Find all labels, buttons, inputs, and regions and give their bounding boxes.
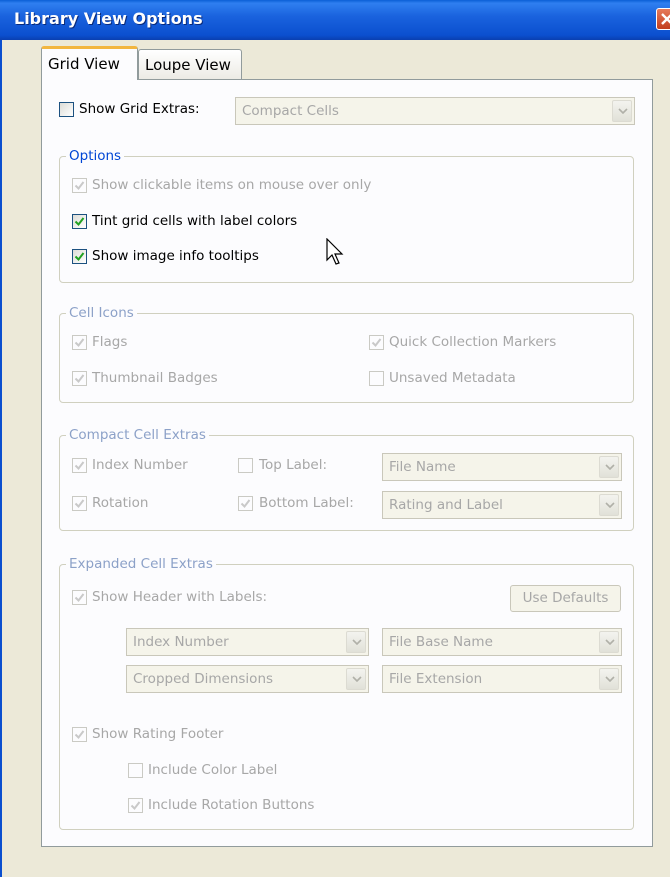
tab-grid-view[interactable]: Grid View	[41, 46, 138, 80]
checkmark-icon	[74, 730, 85, 740]
header-select-3[interactable]: Cropped Dimensions	[126, 665, 369, 693]
top-label-select[interactable]: File Name	[382, 453, 622, 481]
image-tooltips-checkbox[interactable]	[72, 249, 87, 264]
checkmark-icon	[74, 338, 85, 348]
top-label-value: File Name	[389, 459, 456, 475]
bottom-label-value: Rating and Label	[389, 497, 503, 513]
chevron-down-icon	[599, 456, 619, 478]
chevron-down-icon	[599, 631, 619, 653]
header-select-1-value: Index Number	[133, 634, 229, 650]
show-header-label: Show Header with Labels:	[92, 589, 268, 605]
rating-footer-checkbox[interactable]	[72, 727, 87, 742]
cell-icons-legend: Cell Icons	[66, 305, 137, 321]
top-label-label: Top Label:	[259, 457, 328, 473]
mouse-cursor-icon	[326, 238, 344, 265]
bottom-label-checkbox[interactable]	[238, 496, 253, 511]
header-select-2-value: File Base Name	[389, 634, 493, 650]
unsaved-metadata-label: Unsaved Metadata	[389, 370, 516, 386]
show-grid-extras-label: Show Grid Extras:	[79, 101, 200, 117]
show-grid-extras-checkbox[interactable]	[59, 102, 74, 117]
include-rotation-label: Include Rotation Buttons	[148, 797, 315, 813]
include-rotation-checkbox[interactable]	[128, 798, 143, 813]
tab-loupe-view[interactable]: Loupe View	[138, 49, 242, 79]
rating-footer-label: Show Rating Footer	[92, 726, 224, 742]
close-icon	[661, 13, 670, 25]
window-frame-left	[0, 40, 12, 877]
header-select-2[interactable]: File Base Name	[382, 628, 622, 656]
chevron-down-icon	[612, 100, 632, 122]
index-number-label: Index Number	[92, 457, 188, 473]
tab-grid-view-label: Grid View	[48, 55, 120, 73]
checkmark-icon	[74, 499, 85, 509]
show-header-checkbox[interactable]	[72, 590, 87, 605]
quick-collection-label: Quick Collection Markers	[389, 334, 557, 350]
expanded-extras-legend: Expanded Cell Extras	[66, 556, 216, 572]
chevron-down-icon	[599, 668, 619, 690]
checkmark-icon	[74, 181, 85, 191]
chevron-down-icon	[346, 668, 366, 690]
checkmark-icon	[240, 499, 251, 509]
rotation-label: Rotation	[92, 495, 149, 511]
compact-extras-legend: Compact Cell Extras	[66, 427, 209, 443]
index-number-checkbox[interactable]	[72, 458, 87, 473]
chevron-down-icon	[346, 631, 366, 653]
bottom-label-label: Bottom Label:	[259, 495, 354, 511]
rotation-checkbox[interactable]	[72, 496, 87, 511]
options-legend: Options	[66, 148, 125, 164]
cell-icons-group	[59, 313, 634, 403]
checkmark-icon	[74, 252, 85, 262]
clickable-items-checkbox[interactable]	[72, 178, 87, 193]
header-select-1[interactable]: Index Number	[126, 628, 369, 656]
unsaved-metadata-checkbox[interactable]	[369, 371, 384, 386]
thumbnail-badges-checkbox[interactable]	[72, 371, 87, 386]
header-select-4[interactable]: File Extension	[382, 665, 622, 693]
quick-collection-checkbox[interactable]	[369, 335, 384, 350]
tint-cells-label: Tint grid cells with label colors	[92, 213, 298, 229]
checkmark-icon	[74, 374, 85, 384]
top-label-checkbox[interactable]	[238, 458, 253, 473]
flags-checkbox[interactable]	[72, 335, 87, 350]
clickable-items-label: Show clickable items on mouse over only	[92, 177, 372, 193]
tint-cells-checkbox[interactable]	[72, 214, 87, 229]
image-tooltips-label: Show image info tooltips	[92, 248, 259, 264]
header-select-4-value: File Extension	[389, 671, 483, 687]
grid-view-panel: Show Grid Extras: Compact Cells Options …	[41, 79, 653, 847]
thumbnail-badges-label: Thumbnail Badges	[92, 370, 218, 386]
checkmark-icon	[74, 593, 85, 603]
use-defaults-button[interactable]: Use Defaults	[510, 585, 621, 612]
window-title: Library View Options	[14, 9, 203, 28]
include-color-label-label: Include Color Label	[148, 762, 278, 778]
checkmark-icon	[371, 338, 382, 348]
header-select-3-value: Cropped Dimensions	[133, 671, 274, 687]
title-bar: Library View Options	[0, 0, 670, 40]
tab-loupe-view-label: Loupe View	[145, 56, 231, 74]
flags-label: Flags	[92, 334, 128, 350]
checkmark-icon	[130, 801, 141, 811]
grid-style-select[interactable]: Compact Cells	[235, 97, 635, 125]
checkmark-icon	[74, 461, 85, 471]
close-button[interactable]	[656, 8, 670, 30]
chevron-down-icon	[599, 494, 619, 516]
include-color-label-checkbox[interactable]	[128, 763, 143, 778]
grid-style-value: Compact Cells	[242, 103, 339, 119]
checkmark-icon	[74, 217, 85, 227]
bottom-label-select[interactable]: Rating and Label	[382, 491, 622, 519]
